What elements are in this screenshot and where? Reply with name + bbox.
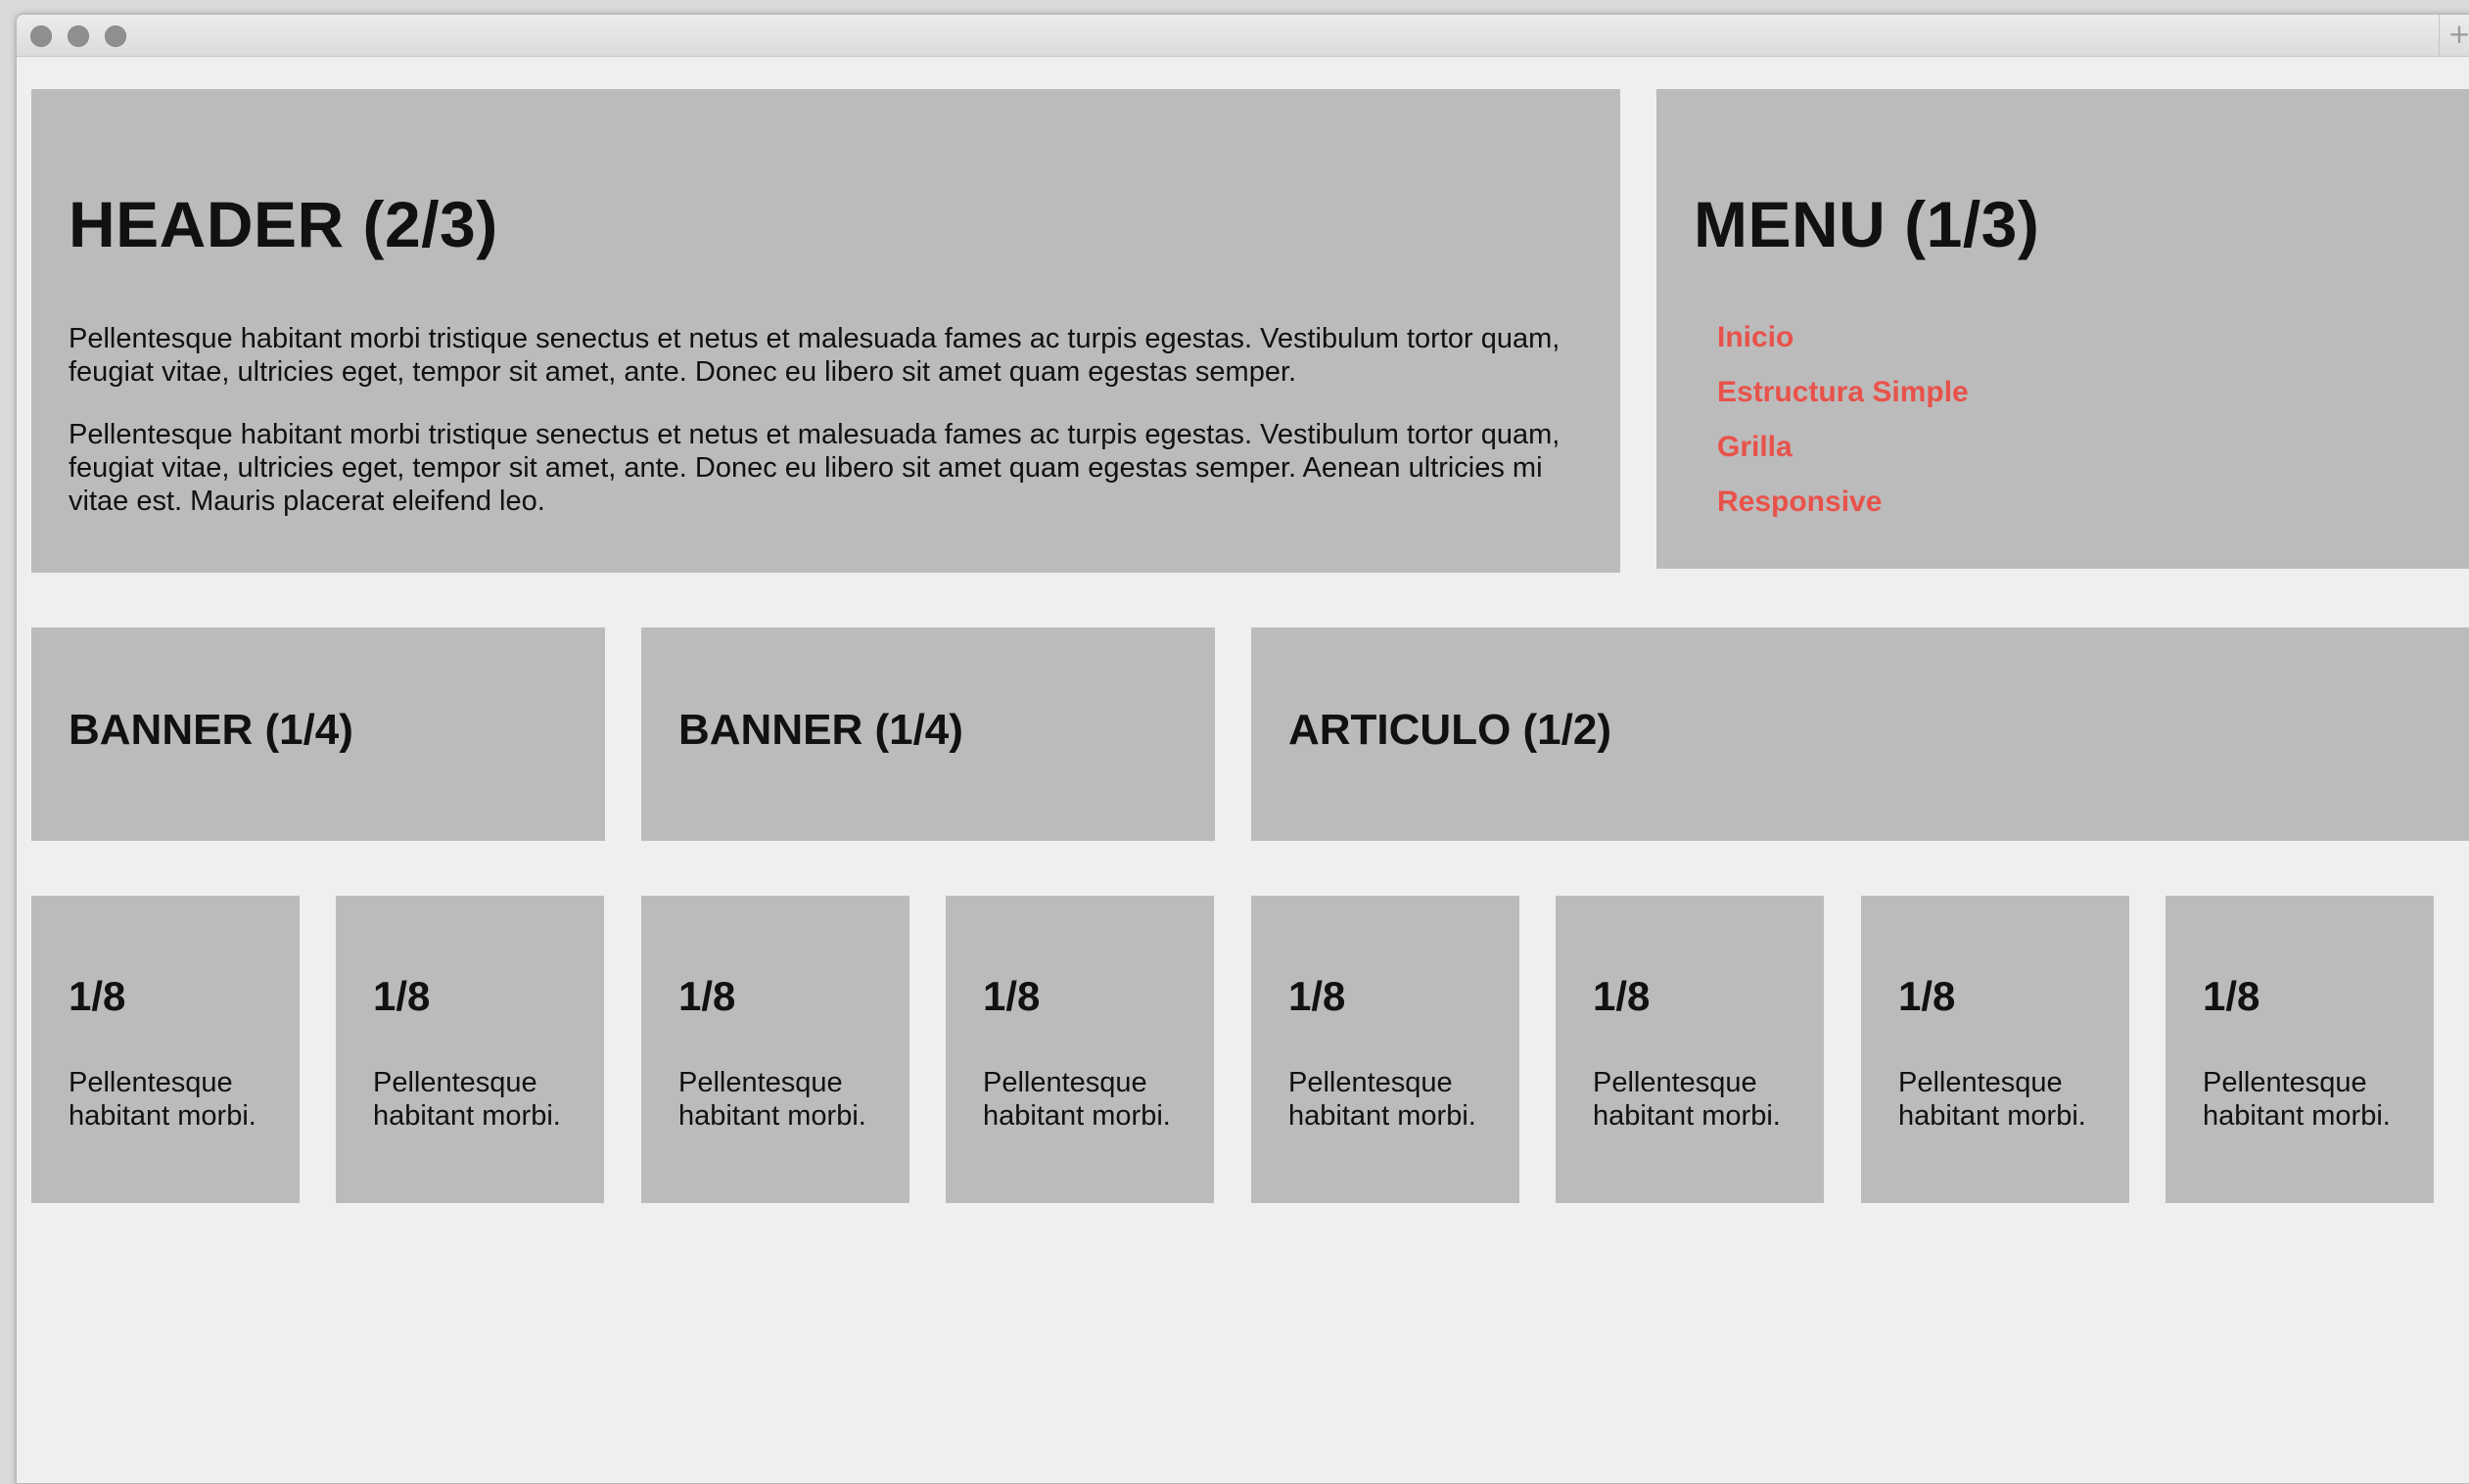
eighth-column-title: 1/8	[1593, 973, 1651, 1019]
close-window-button[interactable]	[30, 25, 52, 47]
header-title: HEADER (2/3)	[69, 188, 498, 260]
eighth-column-4: 1/8 Pellentesque habitant morbi.	[946, 896, 1214, 1203]
eighth-column-text: Pellentesque habitant morbi.	[1288, 1067, 1476, 1132]
window-titlebar: +	[17, 15, 2469, 57]
eighth-column-3: 1/8 Pellentesque habitant morbi.	[641, 896, 909, 1203]
article-title: ARTICULO (1/2)	[1288, 706, 1611, 754]
banner-2-title: BANNER (1/4)	[678, 706, 963, 754]
eighth-column-title: 1/8	[373, 973, 431, 1019]
zoom-window-button[interactable]	[105, 25, 126, 47]
banner-2: BANNER (1/4)	[641, 627, 1215, 841]
plus-icon[interactable]: +	[2439, 15, 2469, 56]
eighth-column-5: 1/8 Pellentesque habitant morbi.	[1251, 896, 1519, 1203]
menu-item-inicio: Inicio	[1717, 318, 2461, 373]
eighth-column-text: Pellentesque habitant morbi.	[1593, 1067, 1781, 1132]
minimize-window-button[interactable]	[68, 25, 89, 47]
eighth-column-text: Pellentesque habitant morbi.	[678, 1067, 866, 1132]
article-section: ARTICULO (1/2)	[1251, 627, 2469, 841]
menu-item-estructura-simple: Estructura Simple	[1717, 373, 2461, 428]
menu-link-grilla[interactable]: Grilla	[1717, 431, 1793, 463]
eighth-column-1: 1/8 Pellentesque habitant morbi.	[31, 896, 300, 1203]
menu-item-grilla: Grilla	[1717, 428, 2461, 483]
eighth-column-title: 1/8	[69, 973, 126, 1019]
eighth-column-text: Pellentesque habitant morbi.	[69, 1067, 256, 1132]
eighth-column-text: Pellentesque habitant morbi.	[1898, 1067, 2086, 1132]
menu-link-inicio[interactable]: Inicio	[1717, 321, 1794, 353]
eighth-column-title: 1/8	[678, 973, 736, 1019]
header-section: HEADER (2/3) Pellentesque habitant morbi…	[31, 89, 1620, 573]
header-paragraph-1: Pellentesque habitant morbi tristique se…	[69, 323, 1561, 388]
menu-link-estructura-simple[interactable]: Estructura Simple	[1717, 376, 1969, 408]
eighth-column-text: Pellentesque habitant morbi.	[373, 1067, 561, 1132]
header-paragraph-2: Pellentesque habitant morbi tristique se…	[69, 419, 1561, 517]
eighth-column-title: 1/8	[1288, 973, 1346, 1019]
eighth-column-title: 1/8	[2203, 973, 2260, 1019]
eighth-column-2: 1/8 Pellentesque habitant morbi.	[336, 896, 604, 1203]
menu-section: MENU (1/3) Inicio Estructura Simple Gril…	[1656, 89, 2469, 569]
eighth-column-text: Pellentesque habitant morbi.	[2203, 1067, 2391, 1132]
menu-link-responsive[interactable]: Responsive	[1717, 486, 1882, 518]
eighth-column-title: 1/8	[1898, 973, 1956, 1019]
menu-item-responsive: Responsive	[1717, 483, 2461, 537]
browser-window: + HEADER (2/3) Pellentesque habitant mor…	[16, 14, 2469, 1484]
eighth-column-7: 1/8 Pellentesque habitant morbi.	[1861, 896, 2129, 1203]
menu-list: Inicio Estructura Simple Grilla Responsi…	[1717, 318, 2461, 537]
eighth-column-6: 1/8 Pellentesque habitant morbi.	[1556, 896, 1824, 1203]
eighth-column-title: 1/8	[983, 973, 1041, 1019]
banner-1: BANNER (1/4)	[31, 627, 605, 841]
menu-title: MENU (1/3)	[1694, 188, 2040, 260]
eighth-column-8: 1/8 Pellentesque habitant morbi.	[2166, 896, 2434, 1203]
eighth-column-text: Pellentesque habitant morbi.	[983, 1067, 1171, 1132]
banner-1-title: BANNER (1/4)	[69, 706, 353, 754]
